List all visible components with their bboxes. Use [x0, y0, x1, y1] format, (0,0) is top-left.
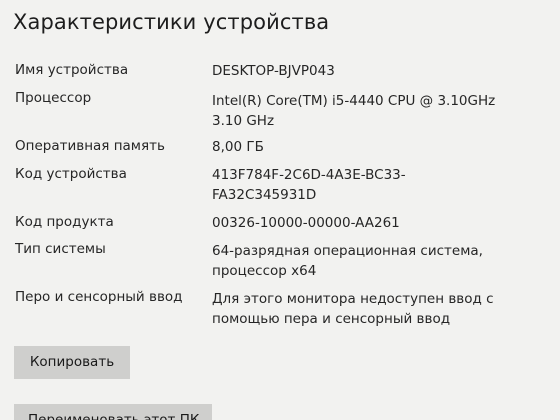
spec-value-line: 64-разрядная операционная система,	[212, 243, 483, 259]
spec-value-line: 413F784F-2C6D-4A3E-BC33-	[212, 167, 406, 183]
spec-value: 413F784F-2C6D-4A3E-BC33- FA32C345931D	[212, 165, 552, 205]
spec-value: 00326-10000-00000-AA261	[212, 213, 552, 233]
spec-label: Оперативная память	[15, 138, 165, 154]
spec-value: DESKTOP-BJVP043	[212, 61, 552, 81]
spec-label: Код продукта	[15, 214, 114, 230]
spec-value: Intel(R) Core(TM) i5-4440 CPU @ 3.10GHz …	[212, 91, 552, 131]
section-title: Характеристики устройства	[13, 10, 330, 34]
spec-value-line: 8,00 ГБ	[212, 139, 264, 155]
spec-value-line: 3.10 GHz	[212, 113, 275, 129]
spec-value: 8,00 ГБ	[212, 137, 552, 157]
rename-pc-button[interactable]: Переименовать этот ПК	[14, 404, 212, 420]
spec-value-line: помощью пера и сенсорный ввод	[212, 311, 451, 327]
spec-label: Код устройства	[15, 166, 127, 182]
spec-value-line: 00326-10000-00000-AA261	[212, 215, 400, 231]
device-specs-page: Характеристики устройства Имя устройства…	[0, 0, 560, 420]
spec-label: Процессор	[15, 90, 92, 106]
spec-value-line: Для этого монитора недоступен ввод с	[212, 291, 494, 307]
spec-value-line: процессор x64	[212, 263, 317, 279]
spec-label: Перо и сенсорный ввод	[15, 289, 183, 305]
spec-value: Для этого монитора недоступен ввод с пом…	[212, 289, 552, 329]
spec-value-line: FA32C345931D	[212, 187, 317, 203]
spec-value-line: Intel(R) Core(TM) i5-4440 CPU @ 3.10GHz	[212, 93, 496, 109]
spec-label: Тип системы	[15, 241, 106, 257]
spec-value-line: DESKTOP-BJVP043	[212, 63, 335, 79]
copy-button[interactable]: Копировать	[14, 346, 130, 379]
spec-label: Имя устройства	[15, 62, 129, 78]
spec-value: 64-разрядная операционная система, проце…	[212, 241, 552, 281]
